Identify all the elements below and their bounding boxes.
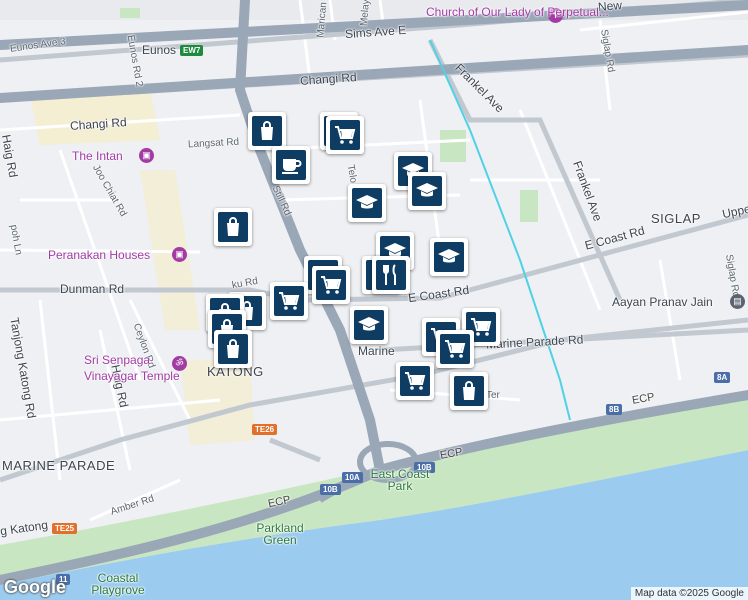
map-marker-shopping-cart[interactable] <box>270 282 308 320</box>
shopping-cart-icon <box>440 334 470 364</box>
map-marker-school[interactable] <box>350 306 388 344</box>
map-marker-shopping-bag[interactable] <box>450 372 488 410</box>
map-marker-restaurant[interactable] <box>372 256 410 294</box>
shopping-bag-icon <box>218 334 248 364</box>
place-label-coastal-playgrove[interactable]: Coastal Playgrove <box>88 572 148 596</box>
road-label-changi-rd-top: Changi Rd <box>299 70 358 88</box>
map-marker-school[interactable] <box>430 238 468 276</box>
school-icon <box>434 242 464 272</box>
coffee-icon <box>276 150 306 180</box>
road-label-dunman-rd: Dunman Rd <box>60 282 125 296</box>
map-marker-shopping-cart[interactable] <box>396 362 434 400</box>
place-label-peranakan-houses[interactable]: Peranakan Houses <box>48 249 150 261</box>
shield-10a: 10A <box>342 472 363 483</box>
map-canvas[interactable]: KATONG MARINE PARADE SIGLAP Eunos Ave 3 … <box>0 0 748 600</box>
area-label-marine-parade: MARINE PARADE <box>2 458 116 473</box>
shield-ew7: EW7 <box>180 45 204 56</box>
shopping-bag-icon <box>218 212 248 242</box>
place-label-the-intan[interactable]: The Intan <box>72 150 123 162</box>
museum-icon: ▣ <box>172 247 187 262</box>
map-marker-shopping-cart[interactable] <box>436 330 474 368</box>
place-label-east-coast-park[interactable]: East Coast Park <box>370 468 430 492</box>
shield-8b: 8B <box>606 404 623 415</box>
school-icon <box>354 310 384 340</box>
map-marker-shopping-cart[interactable] <box>312 266 350 304</box>
road-label-marine-ter: Ter <box>486 390 500 401</box>
shopping-cart-icon <box>274 286 304 316</box>
shopping-cart-icon <box>330 120 360 150</box>
road-label-marine: Marine <box>358 344 395 358</box>
shopping-cart-icon <box>316 270 346 300</box>
shield-10b: 10B <box>320 484 341 495</box>
map-marker-school[interactable] <box>408 172 446 210</box>
temple-icon: ॐ <box>172 356 187 371</box>
google-logo: Google <box>4 577 66 597</box>
map-marker-shopping-bag[interactable] <box>214 208 252 246</box>
map-marker-shopping-bag[interactable] <box>248 112 286 150</box>
restaurant-icon <box>376 260 406 290</box>
shopping-bag-icon <box>454 376 484 406</box>
place-label-parkland-green[interactable]: Parkland Green <box>250 522 310 546</box>
school-icon <box>352 188 382 218</box>
road-label-changi-rd-left: Changi Rd <box>69 115 128 133</box>
map-marker-shopping-bag[interactable] <box>214 330 252 368</box>
area-label-siglap: SIGLAP <box>651 211 701 226</box>
map-marker-coffee[interactable] <box>272 146 310 184</box>
map-marker-shopping-cart[interactable] <box>326 116 364 154</box>
shopping-cart-icon <box>400 366 430 396</box>
place-label-church[interactable]: Church of Our Lady of Perpetual... <box>426 6 609 18</box>
building-icon: ▤ <box>730 294 745 309</box>
museum-icon: ▣ <box>139 148 154 163</box>
shield-8a: 8A <box>714 372 731 383</box>
map-marker-school[interactable] <box>348 184 386 222</box>
shield-te26: TE26 <box>252 424 278 435</box>
map-attribution[interactable]: Map data ©2025 Google <box>630 587 748 600</box>
shield-te25: TE25 <box>52 523 78 534</box>
road-label-eunos: Eunos <box>142 43 177 57</box>
school-icon <box>412 176 442 206</box>
shopping-bag-icon <box>252 116 282 146</box>
place-label-aayan[interactable]: Aayan Pranav Jain <box>612 296 713 308</box>
